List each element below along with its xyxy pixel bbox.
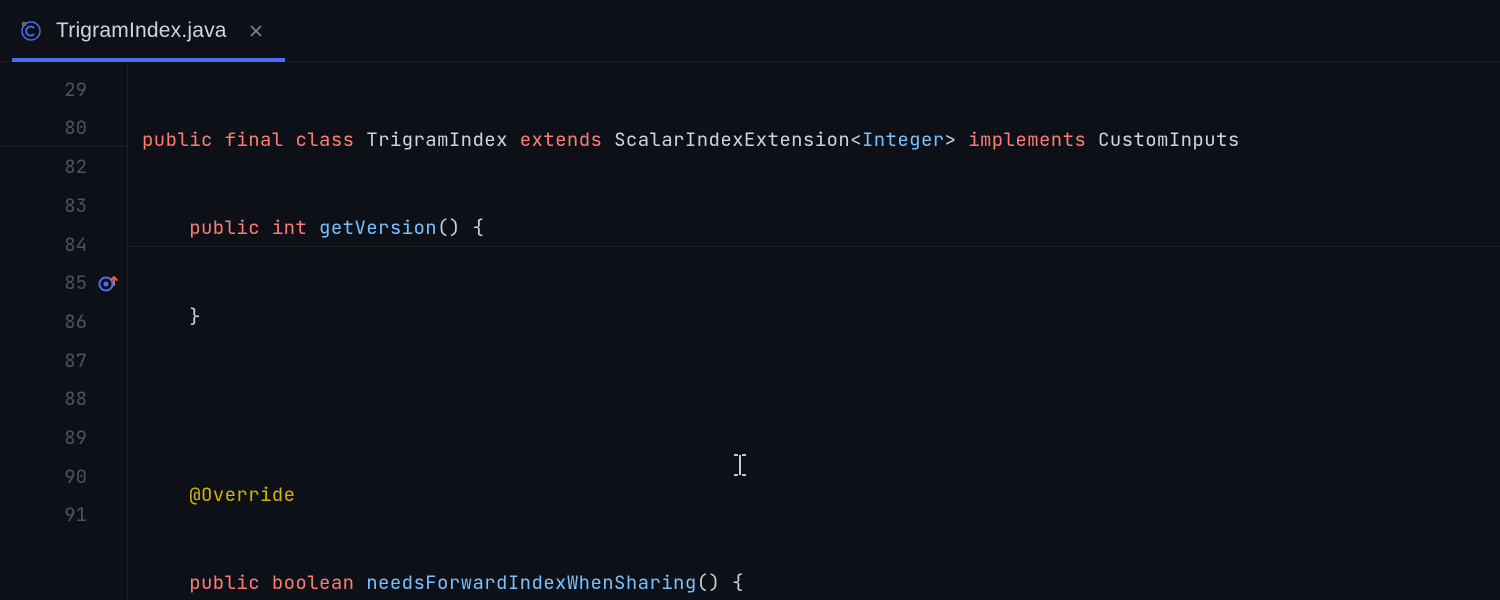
override-icon[interactable] bbox=[95, 270, 121, 296]
line-number[interactable]: 88 bbox=[0, 380, 127, 419]
close-icon[interactable] bbox=[247, 22, 265, 40]
code-line[interactable]: public boolean needsForwardIndexWhenShar… bbox=[128, 563, 1500, 600]
line-number[interactable]: 82 bbox=[0, 147, 127, 186]
line-number[interactable] bbox=[0, 534, 127, 573]
code-content[interactable]: public final class TrigramIndex extends … bbox=[128, 62, 1500, 600]
tab-trigramindex[interactable]: TrigramIndex.java bbox=[0, 0, 285, 61]
code-line[interactable] bbox=[128, 386, 1500, 425]
code-line[interactable]: public int getVersion() { bbox=[128, 209, 1500, 248]
line-number[interactable]: 83 bbox=[0, 186, 127, 225]
code-line[interactable]: public final class TrigramIndex extends … bbox=[128, 120, 1500, 159]
line-number[interactable]: 85 bbox=[0, 263, 127, 302]
code-line[interactable]: @Override bbox=[128, 475, 1500, 514]
line-number[interactable]: 29 bbox=[0, 70, 127, 109]
line-number[interactable]: 90 bbox=[0, 457, 127, 496]
line-number[interactable]: 80 bbox=[0, 109, 127, 148]
gutter: 29 80 82 83 84 85 86 87 88 89 90 91 bbox=[0, 62, 128, 600]
line-number[interactable]: 89 bbox=[0, 418, 127, 457]
line-number[interactable]: 84 bbox=[0, 225, 127, 264]
class-icon bbox=[20, 20, 42, 42]
text-cursor-icon bbox=[664, 428, 680, 450]
line-number[interactable]: 87 bbox=[0, 341, 127, 380]
code-line[interactable]: } bbox=[128, 297, 1500, 336]
line-number[interactable]: 91 bbox=[0, 496, 127, 535]
tab-bar: TrigramIndex.java bbox=[0, 0, 1500, 62]
line-number[interactable]: 86 bbox=[0, 302, 127, 341]
editor[interactable]: 29 80 82 83 84 85 86 87 88 89 90 91 publ… bbox=[0, 62, 1500, 600]
tab-title: TrigramIndex.java bbox=[56, 19, 227, 43]
